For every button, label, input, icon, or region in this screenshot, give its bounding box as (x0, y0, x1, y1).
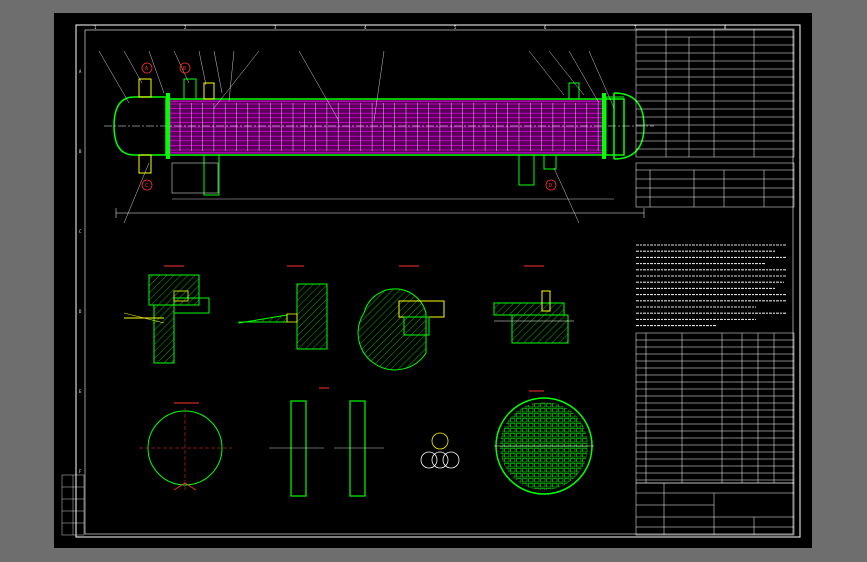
right-tubesheet (602, 93, 606, 159)
nozzle-b (183, 78, 197, 100)
col-mark: 2 (184, 25, 187, 30)
detail-1 (123, 265, 210, 364)
lower-views (139, 387, 594, 497)
saddle-left (203, 155, 220, 196)
revision-grid (61, 474, 85, 536)
svg-text:D: D (549, 183, 552, 189)
nozzle-table (635, 162, 795, 208)
nozzle-c (138, 154, 152, 174)
svg-text:A: A (145, 66, 148, 72)
col-mark: 1 (94, 25, 97, 30)
zone-marks: 1 2 3 4 5 6 7 8 A B C D E F (79, 25, 727, 474)
small-view-top (431, 432, 449, 450)
col-mark: 4 (364, 25, 367, 30)
detail-2 (238, 265, 328, 350)
baffle-side-view-1 (290, 400, 307, 497)
saddle-right (518, 155, 535, 186)
svg-text:C: C (145, 183, 148, 189)
parts-list (635, 332, 795, 484)
row-mark: A (79, 69, 82, 74)
heat-exchanger-main-view: A B C D (98, 50, 654, 224)
title-block (635, 482, 795, 536)
nozzle-d (543, 154, 557, 170)
drawing-canvas: 1 2 3 4 5 6 7 8 A B C D E F A B C D (61, 24, 801, 538)
row-mark: F (79, 469, 82, 474)
detail-4 (493, 265, 574, 344)
detail-3 (357, 265, 445, 371)
col-mark: 3 (274, 25, 277, 30)
row-mark: E (79, 389, 82, 394)
svg-text:B: B (183, 66, 186, 72)
row-mark: C (79, 229, 82, 234)
technical-notes (636, 244, 786, 327)
row-mark: D (79, 309, 82, 314)
col-mark: 6 (544, 25, 547, 30)
nozzle-a (138, 78, 152, 98)
design-data-table (635, 28, 795, 158)
cad-viewport[interactable]: 1 2 3 4 5 6 7 8 A B C D E F A B C D (54, 13, 812, 548)
row-mark: B (79, 149, 82, 154)
left-tubesheet (166, 93, 170, 159)
baffle-side-view-2 (349, 400, 366, 497)
col-mark: 5 (454, 25, 457, 30)
detail-views (123, 265, 574, 371)
